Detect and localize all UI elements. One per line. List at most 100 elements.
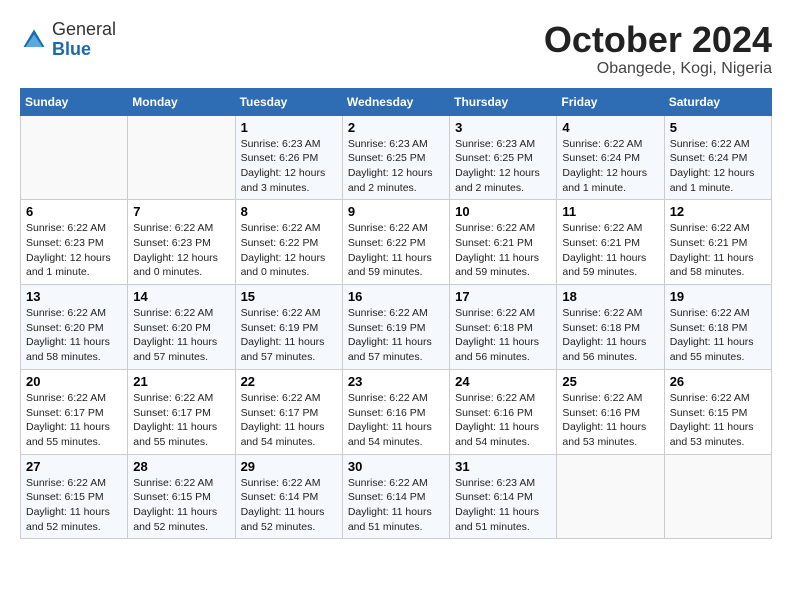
- day-number: 15: [241, 289, 337, 304]
- calendar-cell: 26 Sunrise: 6:22 AM Sunset: 6:15 PM Dayli…: [664, 369, 771, 454]
- day-info: Sunrise: 6:22 AM Sunset: 6:23 PM Dayligh…: [26, 221, 122, 280]
- calendar-cell: 4Sunrise: 6:22 AM Sunset: 6:24 PM Daylig…: [557, 115, 664, 200]
- calendar-cell: 23 Sunrise: 6:22 AM Sunset: 6:16 PM Dayli…: [342, 369, 449, 454]
- calendar-cell: 29 Sunrise: 6:22 AM Sunset: 6:14 PM Dayli…: [235, 454, 342, 539]
- day-number: 11: [562, 204, 658, 219]
- calendar-cell: 18 Sunrise: 6:22 AM Sunset: 6:18 PM Dayli…: [557, 285, 664, 370]
- day-of-week-header: Friday: [557, 88, 664, 115]
- day-info: Sunrise: 6:23 AM Sunset: 6:25 PM Dayligh…: [348, 137, 444, 196]
- day-number: 10: [455, 204, 551, 219]
- day-number: 24: [455, 374, 551, 389]
- calendar-cell: 25 Sunrise: 6:22 AM Sunset: 6:16 PM Dayli…: [557, 369, 664, 454]
- calendar-cell: 28 Sunrise: 6:22 AM Sunset: 6:15 PM Dayli…: [128, 454, 235, 539]
- day-info: Sunrise: 6:22 AM Sunset: 6:15 PM Dayligh…: [26, 476, 122, 535]
- calendar-cell: 5 Sunrise: 6:22 AM Sunset: 6:24 PM Daylig…: [664, 115, 771, 200]
- day-info: Sunrise: 6:22 AM Sunset: 6:19 PM Dayligh…: [241, 306, 337, 365]
- calendar-cell: 31Sunrise: 6:23 AM Sunset: 6:14 PM Dayli…: [450, 454, 557, 539]
- day-info: Sunrise: 6:22 AM Sunset: 6:18 PM Dayligh…: [670, 306, 766, 365]
- calendar-cell: 24 Sunrise: 6:22 AM Sunset: 6:16 PM Dayli…: [450, 369, 557, 454]
- location: Obangede, Kogi, Nigeria: [544, 60, 772, 78]
- calendar-cell: [664, 454, 771, 539]
- day-info: Sunrise: 6:22 AM Sunset: 6:16 PM Dayligh…: [348, 391, 444, 450]
- day-number: 3: [455, 120, 551, 135]
- calendar-week-row: 13 Sunrise: 6:22 AM Sunset: 6:20 PM Dayli…: [21, 285, 772, 370]
- day-number: 16: [348, 289, 444, 304]
- day-info: Sunrise: 6:22 AM Sunset: 6:14 PM Dayligh…: [241, 476, 337, 535]
- calendar-cell: 12 Sunrise: 6:22 AM Sunset: 6:21 PM Dayli…: [664, 200, 771, 285]
- day-number: 13: [26, 289, 122, 304]
- day-info: Sunrise: 6:22 AM Sunset: 6:17 PM Dayligh…: [241, 391, 337, 450]
- day-info: Sunrise: 6:22 AM Sunset: 6:20 PM Dayligh…: [133, 306, 229, 365]
- day-number: 25: [562, 374, 658, 389]
- day-info: Sunrise: 6:22 AM Sunset: 6:16 PM Dayligh…: [562, 391, 658, 450]
- day-info: Sunrise: 6:23 AM Sunset: 6:26 PM Dayligh…: [241, 137, 337, 196]
- day-number: 27: [26, 459, 122, 474]
- calendar-cell: 21Sunrise: 6:22 AM Sunset: 6:17 PM Dayli…: [128, 369, 235, 454]
- day-number: 7: [133, 204, 229, 219]
- day-info: Sunrise: 6:22 AM Sunset: 6:21 PM Dayligh…: [670, 221, 766, 280]
- day-of-week-header: Monday: [128, 88, 235, 115]
- day-number: 8: [241, 204, 337, 219]
- calendar-week-row: 20 Sunrise: 6:22 AM Sunset: 6:17 PM Dayli…: [21, 369, 772, 454]
- day-number: 29: [241, 459, 337, 474]
- logo-text: General Blue: [52, 20, 116, 60]
- day-of-week-header: Saturday: [664, 88, 771, 115]
- day-number: 9: [348, 204, 444, 219]
- calendar-cell: 13 Sunrise: 6:22 AM Sunset: 6:20 PM Dayli…: [21, 285, 128, 370]
- day-number: 18: [562, 289, 658, 304]
- calendar-cell: 27 Sunrise: 6:22 AM Sunset: 6:15 PM Dayli…: [21, 454, 128, 539]
- day-info: Sunrise: 6:22 AM Sunset: 6:14 PM Dayligh…: [348, 476, 444, 535]
- calendar-cell: [557, 454, 664, 539]
- page-header: General Blue October 2024 Obangede, Kogi…: [20, 20, 772, 78]
- day-info: Sunrise: 6:22 AM Sunset: 6:18 PM Dayligh…: [455, 306, 551, 365]
- day-number: 22: [241, 374, 337, 389]
- day-info: Sunrise: 6:22 AM Sunset: 6:17 PM Dayligh…: [133, 391, 229, 450]
- day-number: 26: [670, 374, 766, 389]
- day-number: 19: [670, 289, 766, 304]
- calendar-cell: [21, 115, 128, 200]
- calendar-cell: 17 Sunrise: 6:22 AM Sunset: 6:18 PM Dayli…: [450, 285, 557, 370]
- day-info: Sunrise: 6:22 AM Sunset: 6:23 PM Dayligh…: [133, 221, 229, 280]
- calendar-cell: 2Sunrise: 6:23 AM Sunset: 6:25 PM Daylig…: [342, 115, 449, 200]
- day-info: Sunrise: 6:22 AM Sunset: 6:24 PM Dayligh…: [562, 137, 658, 196]
- day-number: 28: [133, 459, 229, 474]
- day-number: 1: [241, 120, 337, 135]
- day-info: Sunrise: 6:22 AM Sunset: 6:24 PM Dayligh…: [670, 137, 766, 196]
- calendar-cell: 6Sunrise: 6:22 AM Sunset: 6:23 PM Daylig…: [21, 200, 128, 285]
- day-info: Sunrise: 6:22 AM Sunset: 6:18 PM Dayligh…: [562, 306, 658, 365]
- day-info: Sunrise: 6:22 AM Sunset: 6:21 PM Dayligh…: [562, 221, 658, 280]
- calendar-cell: 1 Sunrise: 6:23 AM Sunset: 6:26 PM Daylig…: [235, 115, 342, 200]
- calendar-cell: 14 Sunrise: 6:22 AM Sunset: 6:20 PM Dayli…: [128, 285, 235, 370]
- day-number: 30: [348, 459, 444, 474]
- calendar-week-row: 1 Sunrise: 6:23 AM Sunset: 6:26 PM Daylig…: [21, 115, 772, 200]
- day-number: 17: [455, 289, 551, 304]
- day-info: Sunrise: 6:22 AM Sunset: 6:15 PM Dayligh…: [133, 476, 229, 535]
- day-number: 31: [455, 459, 551, 474]
- calendar-body: 1 Sunrise: 6:23 AM Sunset: 6:26 PM Daylig…: [21, 115, 772, 539]
- logo-icon: [20, 26, 48, 54]
- day-info: Sunrise: 6:22 AM Sunset: 6:21 PM Dayligh…: [455, 221, 551, 280]
- day-info: Sunrise: 6:22 AM Sunset: 6:17 PM Dayligh…: [26, 391, 122, 450]
- calendar-cell: 9 Sunrise: 6:22 AM Sunset: 6:22 PM Daylig…: [342, 200, 449, 285]
- calendar-cell: 3Sunrise: 6:23 AM Sunset: 6:25 PM Daylig…: [450, 115, 557, 200]
- day-number: 23: [348, 374, 444, 389]
- day-number: 12: [670, 204, 766, 219]
- day-number: 20: [26, 374, 122, 389]
- calendar-cell: 20 Sunrise: 6:22 AM Sunset: 6:17 PM Dayli…: [21, 369, 128, 454]
- day-info: Sunrise: 6:22 AM Sunset: 6:15 PM Dayligh…: [670, 391, 766, 450]
- day-of-week-header: Wednesday: [342, 88, 449, 115]
- day-of-week-header: Thursday: [450, 88, 557, 115]
- day-number: 5: [670, 120, 766, 135]
- calendar-week-row: 6Sunrise: 6:22 AM Sunset: 6:23 PM Daylig…: [21, 200, 772, 285]
- calendar-cell: 15 Sunrise: 6:22 AM Sunset: 6:19 PM Dayli…: [235, 285, 342, 370]
- days-of-week-row: SundayMondayTuesdayWednesdayThursdayFrid…: [21, 88, 772, 115]
- day-number: 14: [133, 289, 229, 304]
- calendar-cell: 8Sunrise: 6:22 AM Sunset: 6:22 PM Daylig…: [235, 200, 342, 285]
- day-info: Sunrise: 6:22 AM Sunset: 6:20 PM Dayligh…: [26, 306, 122, 365]
- calendar-cell: 22 Sunrise: 6:22 AM Sunset: 6:17 PM Dayli…: [235, 369, 342, 454]
- calendar-cell: 11 Sunrise: 6:22 AM Sunset: 6:21 PM Dayli…: [557, 200, 664, 285]
- calendar-cell: 19 Sunrise: 6:22 AM Sunset: 6:18 PM Dayli…: [664, 285, 771, 370]
- day-info: Sunrise: 6:22 AM Sunset: 6:22 PM Dayligh…: [348, 221, 444, 280]
- day-info: Sunrise: 6:22 AM Sunset: 6:16 PM Dayligh…: [455, 391, 551, 450]
- calendar-table: SundayMondayTuesdayWednesdayThursdayFrid…: [20, 88, 772, 540]
